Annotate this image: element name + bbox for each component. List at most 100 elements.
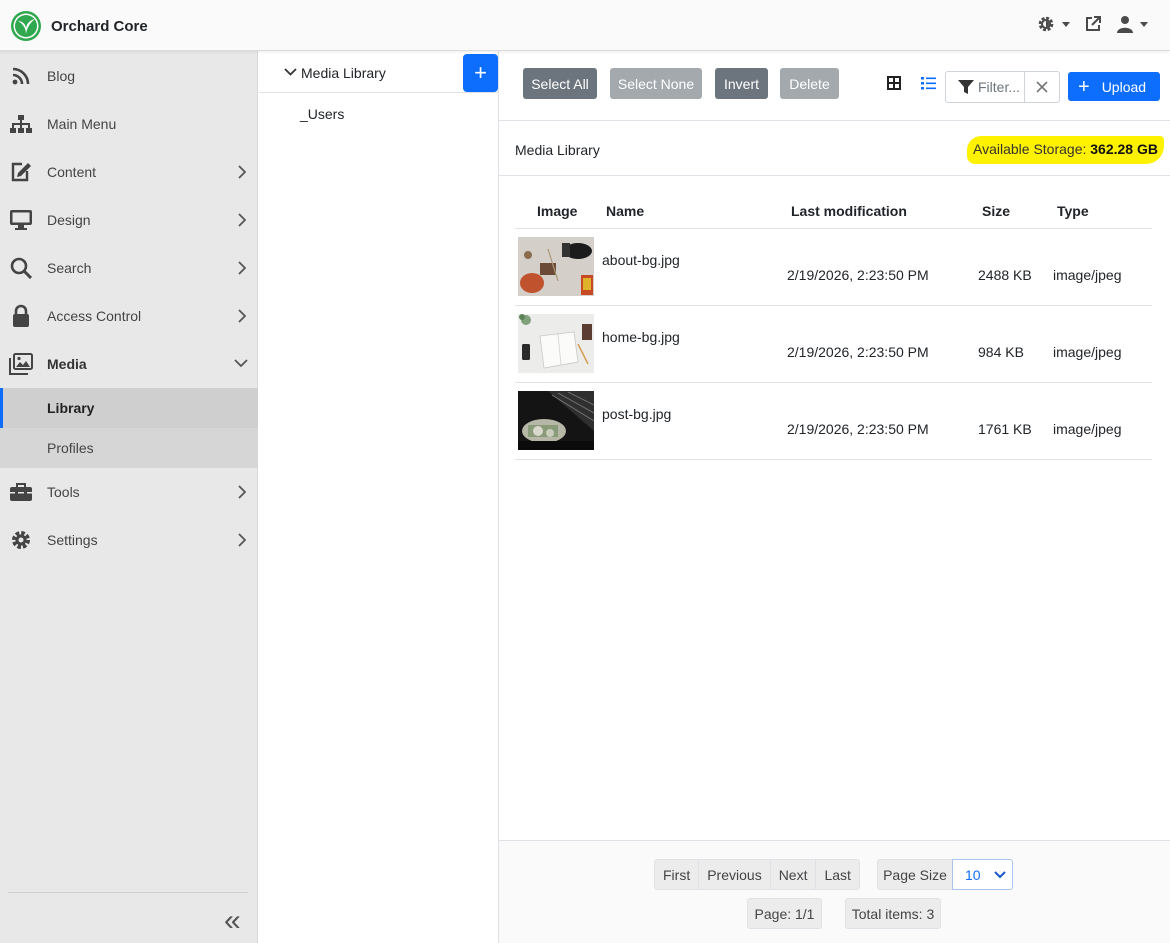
column-header-last-modification[interactable]: Last modification <box>791 203 907 219</box>
storage-value: 362.28 GB <box>1090 141 1158 157</box>
admin-sidebar: Blog Main Menu Content Design Search Acc… <box>0 51 258 943</box>
total-items: Total items: 3 <box>845 898 941 929</box>
sidebar-item-design[interactable]: Design <box>0 196 258 244</box>
table-row[interactable]: home-bg.jpg 2/19/2026, 2:23:50 PM 984 KB… <box>515 306 1152 383</box>
folder-item-users[interactable]: _Users <box>300 106 344 122</box>
media-thumbnail[interactable] <box>518 391 594 450</box>
file-type: image/jpeg <box>1053 344 1122 360</box>
orchard-logo-icon <box>11 11 41 41</box>
edit-icon <box>9 160 33 184</box>
double-chevron-left-icon: « <box>224 904 241 937</box>
upload-button[interactable]: + Upload <box>1068 72 1160 101</box>
select-all-button[interactable]: Select All <box>523 68 597 99</box>
images-icon <box>9 352 33 376</box>
chevron-right-icon <box>238 165 246 179</box>
brand-link[interactable]: Orchard Core <box>10 10 148 42</box>
gear-icon <box>9 528 33 552</box>
grid-view-icon[interactable] <box>887 76 901 90</box>
collapse-sidebar-button[interactable]: « <box>224 906 241 936</box>
chevron-right-icon <box>238 309 246 323</box>
invert-button[interactable]: Invert <box>715 68 768 99</box>
filter-input[interactable]: Filter... <box>945 71 1025 103</box>
upload-label: Upload <box>1101 78 1147 95</box>
chevron-down-icon <box>234 359 248 367</box>
file-type: image/jpeg <box>1053 267 1122 283</box>
file-size: 984 KB <box>978 344 1024 360</box>
select-none-button[interactable]: Select None <box>610 68 702 99</box>
visit-site-link[interactable] <box>1084 15 1102 33</box>
folder-tree-panel: Media Library + _Users <box>259 51 499 943</box>
sidebar-item-access-control[interactable]: Access Control <box>0 292 258 340</box>
sidebar-subitem-profiles[interactable]: Profiles <box>0 428 258 468</box>
delete-button[interactable]: Delete <box>780 68 839 99</box>
sidebar-item-settings[interactable]: Settings <box>0 516 258 564</box>
clear-filter-button[interactable] <box>1024 71 1060 103</box>
sidebar-item-label: Access Control <box>47 308 142 324</box>
sidebar-divider <box>8 892 248 893</box>
folder-tree-root-label: Media Library <box>301 65 386 81</box>
sidebar-item-main-menu[interactable]: Main Menu <box>0 100 258 148</box>
toolbox-icon <box>9 480 33 504</box>
chevron-down-icon <box>994 871 1006 879</box>
sidebar-item-tools[interactable]: Tools <box>0 468 258 516</box>
sidebar-item-label: Design <box>47 212 91 228</box>
lock-icon <box>9 304 33 328</box>
sidebar-item-label: Search <box>47 260 92 276</box>
theme-gear-icon <box>1038 16 1054 32</box>
app-title: Orchard Core <box>51 17 148 35</box>
sidebar-subitem-library[interactable]: Library <box>0 388 258 428</box>
file-type: image/jpeg <box>1053 421 1122 437</box>
pagination-footer: First Previous Next Last Page Size 10 Pa… <box>499 840 1170 943</box>
user-menu[interactable] <box>1116 15 1148 33</box>
page-size-label: Page Size <box>877 859 953 890</box>
page-size-select[interactable]: 10 <box>952 859 1013 890</box>
file-name[interactable]: about-bg.jpg <box>602 252 680 268</box>
sitemap-icon <box>9 112 33 136</box>
close-icon <box>1036 81 1048 93</box>
filter-placeholder: Filter... <box>978 79 1021 95</box>
file-name[interactable]: home-bg.jpg <box>602 329 680 345</box>
sidebar-item-label: Profiles <box>47 440 94 456</box>
media-main-panel: Select All Select None Invert Delete Fil… <box>499 51 1170 943</box>
theme-toggle[interactable] <box>1036 14 1070 34</box>
page-size-value: 10 <box>965 866 981 883</box>
folder-tree-root[interactable]: Media Library + <box>259 51 499 93</box>
last-page-button[interactable]: Last <box>816 860 858 889</box>
storage-label: Available Storage: <box>973 141 1087 157</box>
sidebar-item-label: Media <box>47 356 87 372</box>
sidebar-item-label: Content <box>47 164 97 180</box>
table-row[interactable]: about-bg.jpg 2/19/2026, 2:23:50 PM 2488 … <box>515 229 1152 306</box>
next-page-button[interactable]: Next <box>771 860 817 889</box>
page-info: Page: 1/1 <box>747 898 822 929</box>
sidebar-item-content[interactable]: Content <box>0 148 258 196</box>
sidebar-item-label: Main Menu <box>47 116 117 132</box>
media-toolbar: Select All Select None Invert Delete Fil… <box>499 51 1170 121</box>
media-thumbnail[interactable] <box>518 237 594 296</box>
chevron-right-icon <box>238 213 246 227</box>
sidebar-item-blog[interactable]: Blog <box>0 52 258 100</box>
previous-page-button[interactable]: Previous <box>699 860 771 889</box>
filter-icon <box>958 79 974 94</box>
media-path-bar: Media Library Available Storage: 362.28 … <box>499 122 1170 176</box>
sidebar-item-media[interactable]: Media <box>0 340 258 388</box>
media-thumbnail[interactable] <box>518 314 594 373</box>
table-row[interactable]: post-bg.jpg 2/19/2026, 2:23:50 PM 1761 K… <box>515 383 1152 460</box>
list-view-icon[interactable] <box>921 76 936 90</box>
chevron-right-icon <box>238 261 246 275</box>
external-link-icon <box>1086 16 1101 31</box>
chevron-right-icon <box>238 533 246 547</box>
top-navbar: Orchard Core <box>0 0 1170 51</box>
first-page-button[interactable]: First <box>655 860 700 889</box>
plus-icon: + <box>1078 75 1090 98</box>
file-modified: 2/19/2026, 2:23:50 PM <box>787 421 929 437</box>
column-header-name[interactable]: Name <box>606 203 644 219</box>
chevron-down-icon <box>1140 21 1148 27</box>
rss-icon <box>9 64 33 88</box>
file-name[interactable]: post-bg.jpg <box>602 406 671 422</box>
column-header-type[interactable]: Type <box>1057 203 1089 219</box>
column-header-size[interactable]: Size <box>982 203 1010 219</box>
create-folder-button[interactable]: + <box>463 54 498 92</box>
sidebar-item-search[interactable]: Search <box>0 244 258 292</box>
chevron-down-icon <box>1062 21 1070 27</box>
column-header-image: Image <box>537 203 578 219</box>
